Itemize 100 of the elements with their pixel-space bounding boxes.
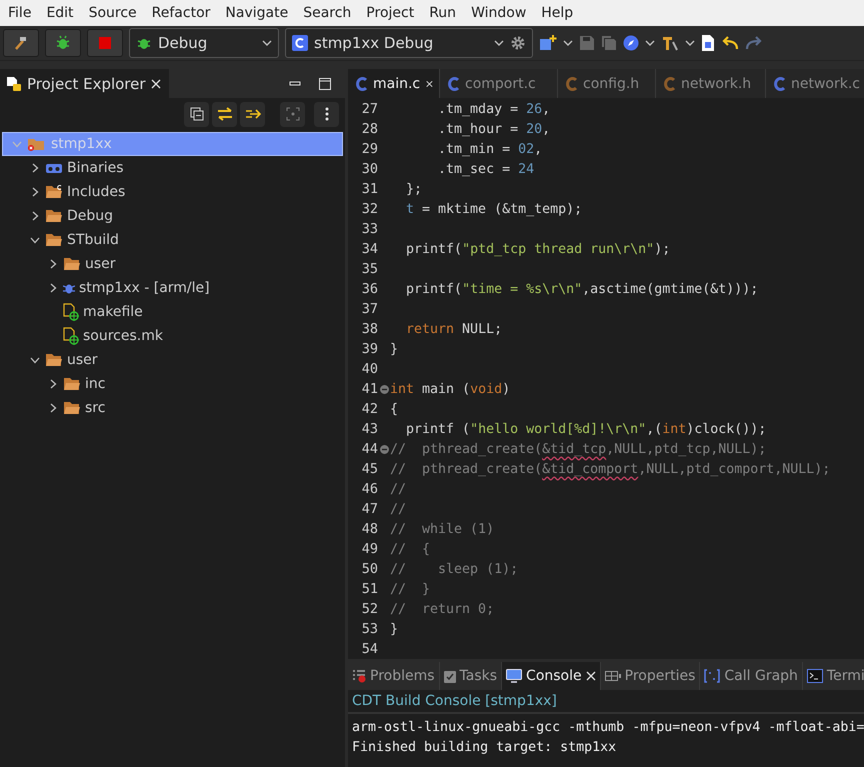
code-line: .tm_mday = 26, [437, 102, 550, 116]
caret-icon[interactable] [685, 40, 695, 46]
editor-tab[interactable]: config.h [558, 69, 656, 98]
brackets-icon [704, 669, 720, 683]
project-explorer-tab[interactable]: Project Explorer [0, 69, 169, 98]
document-icon [6, 76, 22, 92]
editor-tab[interactable]: main.c [348, 69, 440, 98]
new-icon[interactable] [539, 34, 557, 52]
menu-item[interactable]: File [8, 5, 38, 21]
c-project-icon [292, 35, 308, 51]
tools-icon[interactable] [661, 34, 679, 52]
view-tab[interactable]: Problems [348, 662, 440, 690]
collapse-all-button[interactable] [184, 102, 209, 126]
view-tab[interactable]: Call Graph [700, 662, 803, 690]
code-line: int main (void) [390, 382, 510, 396]
code-line: // } [390, 582, 430, 596]
tree-item[interactable]: user [2, 348, 343, 372]
line-number: 46 [360, 481, 378, 497]
tree-item[interactable]: user [2, 252, 343, 276]
focus-button[interactable] [280, 102, 305, 126]
line-number: 48 [360, 521, 378, 537]
caret-icon[interactable] [645, 40, 655, 46]
view-tab[interactable]: Termi [802, 662, 864, 690]
menu-item[interactable]: Navigate [225, 5, 296, 21]
menu-button[interactable] [314, 102, 339, 126]
swap-arrows-icon [216, 107, 232, 121]
line-number: 34 [360, 241, 378, 257]
tree-item[interactable]: STbuild [2, 228, 343, 252]
tree-item[interactable]: Debug [2, 204, 343, 228]
tree-item[interactable]: Binaries [2, 156, 343, 180]
launch-mode-dropdown[interactable]: Debug [129, 28, 279, 58]
chevron-down-icon[interactable] [30, 236, 40, 244]
code-line: printf("time = %s\r\n",asctime(gmtime(&t))); [405, 282, 758, 296]
launch-config-dropdown[interactable]: stmp1xx Debug [285, 28, 533, 58]
minimize-icon[interactable] [289, 78, 301, 88]
console-line: Finished building target: stmp1xx [352, 739, 618, 757]
filter-button[interactable] [240, 102, 265, 126]
editor-tab[interactable]: comport.c [440, 69, 558, 98]
folder-icon [45, 353, 63, 367]
tree-item[interactable]: src [2, 396, 343, 420]
compass-icon[interactable] [623, 35, 639, 51]
redo-icon[interactable] [745, 36, 763, 50]
code-line: // pthread_create(&tid_tcp,NULL,ptd_tcp,NULL); [390, 442, 766, 456]
line-number: 30 [360, 161, 378, 177]
tree-item[interactable]: inc [2, 372, 343, 396]
save-icon[interactable] [579, 35, 595, 51]
view-tab[interactable]: Properties [600, 662, 700, 690]
chevron-right-icon[interactable] [50, 259, 56, 269]
tree-item[interactable]: sources.mk [2, 324, 343, 348]
gear-icon[interactable] [510, 35, 526, 51]
close-icon[interactable] [150, 78, 161, 88]
undo-icon[interactable] [721, 36, 739, 50]
tree-item[interactable]: makefile [2, 300, 343, 324]
code-line: // sleep (1); [390, 562, 518, 576]
line-number: 49 [360, 541, 378, 557]
tree-item[interactable]: stmp1xx - [arm/le] [2, 276, 343, 300]
chevron-right-icon[interactable] [50, 283, 56, 293]
link-button[interactable] [212, 102, 237, 126]
fold-icon[interactable] [380, 384, 388, 394]
fold-icon[interactable] [380, 444, 388, 454]
code-line: return NULL; [405, 322, 502, 336]
folder-icon [63, 377, 81, 391]
tree-item[interactable]: Includes [2, 180, 343, 204]
chevron-right-icon[interactable] [32, 187, 38, 197]
menu-item[interactable]: Window [471, 5, 534, 21]
line-number: 52 [360, 601, 378, 617]
menu-item[interactable]: Project [366, 5, 422, 21]
chevron-right-icon[interactable] [32, 211, 38, 221]
makefile-icon [63, 327, 79, 345]
line-number: 31 [360, 181, 378, 197]
chevron-right-icon[interactable] [50, 379, 56, 389]
caret-icon[interactable] [563, 40, 573, 46]
line-number: 54 [360, 641, 378, 657]
editor-tab[interactable]: network.h [656, 69, 766, 98]
code-line: .tm_hour = 20, [437, 122, 550, 136]
stop-icon [99, 37, 111, 49]
code-line: } [390, 342, 398, 356]
stop-button[interactable] [87, 29, 123, 57]
debug-button[interactable] [45, 29, 81, 57]
menu-item[interactable]: Help [541, 5, 580, 21]
maximize-icon[interactable] [319, 78, 331, 90]
save-all-icon[interactable] [601, 35, 617, 51]
chevron-down-icon[interactable] [30, 356, 40, 364]
build-button[interactable] [3, 29, 39, 57]
focus-icon [286, 107, 300, 121]
menu-item[interactable]: Run [429, 5, 464, 21]
hammer-icon [13, 35, 29, 51]
document-icon[interactable] [701, 34, 715, 52]
close-icon[interactable] [586, 671, 596, 681]
view-tab[interactable]: Console [502, 662, 601, 690]
chevron-right-icon[interactable] [50, 403, 56, 413]
menu-item[interactable]: Refactor [152, 5, 218, 21]
close-icon[interactable] [426, 78, 433, 88]
menu-item[interactable]: Source [88, 5, 144, 21]
chevron-right-icon[interactable] [32, 163, 38, 173]
menu-item[interactable]: Search [303, 5, 358, 21]
menu-item[interactable]: Edit [46, 5, 81, 21]
editor-tab[interactable]: network.c [766, 69, 864, 98]
line-number: 41 [360, 381, 378, 397]
folder-icon [63, 401, 81, 415]
